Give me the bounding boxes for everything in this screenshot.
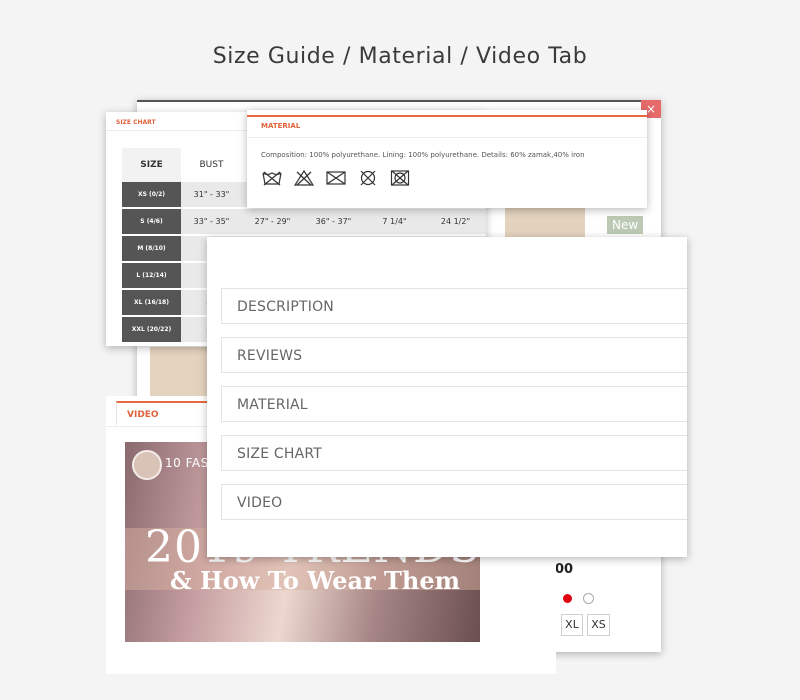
column-header-size: SIZE (122, 148, 181, 182)
video-tab-label: VIDEO (127, 410, 159, 420)
tab-reviews[interactable]: REVIEWS (221, 337, 687, 373)
tab-label: SIZE CHART (237, 446, 323, 462)
material-header: MATERIAL (247, 115, 647, 138)
size-label: L (12/14) (122, 262, 181, 290)
tab-label: REVIEWS (237, 348, 303, 364)
table-cell: 7 1/4" (364, 208, 425, 236)
table-row: S (4/6) 33" - 35" 27" - 29" 36" - 37" 7 … (122, 208, 486, 236)
page-title: Size Guide / Material / Video Tab (212, 44, 588, 69)
table-cell: 36" - 37" (303, 208, 364, 236)
material-composition-text: Composition: 100% polyurethane. Lining: … (261, 151, 585, 159)
do-not-dry-clean-icon (360, 170, 376, 186)
material-title: MATERIAL (261, 122, 301, 130)
tab-video[interactable]: VIDEO (116, 401, 218, 425)
new-badge: New (607, 216, 644, 234)
table-cell: 31" - 33" (181, 182, 242, 209)
channel-avatar[interactable] (132, 450, 162, 480)
care-icons (262, 169, 417, 189)
table-cell: 33" - 35" (181, 208, 242, 236)
tab-video[interactable]: VIDEO (221, 484, 687, 520)
tab-description[interactable]: DESCRIPTION (221, 288, 687, 324)
do-not-tumble-dry-icon (391, 170, 410, 186)
tab-label: DESCRIPTION (237, 299, 334, 315)
table-cell: 24 1/2" (425, 208, 486, 236)
size-label: XXL (20/22) (122, 316, 181, 344)
tab-size-chart[interactable]: SIZE CHART (221, 435, 687, 471)
do-not-wash-icon (262, 171, 282, 186)
size-option-xl[interactable]: XL (561, 614, 583, 636)
product-image-bottom (150, 347, 210, 397)
material-panel: MATERIAL Composition: 100% polyurethane.… (247, 110, 647, 208)
size-label: M (8/10) (122, 235, 181, 263)
size-label: XL (16/18) (122, 289, 181, 317)
color-swatch-white[interactable] (583, 593, 594, 604)
product-image-top (505, 202, 585, 242)
do-not-bleach-icon (293, 169, 315, 186)
column-header-bust: BUST (199, 160, 224, 170)
size-label: XS (0/2) (122, 182, 181, 209)
color-swatch-red[interactable] (563, 594, 572, 603)
tab-label: VIDEO (237, 495, 283, 511)
table-cell: 27" - 29" (242, 208, 303, 236)
video-title-line2: & How To Wear Them (170, 566, 460, 595)
product-tabs-panel: DESCRIPTION REVIEWS MATERIAL SIZE CHART … (207, 237, 687, 557)
size-label: S (4/6) (122, 208, 181, 236)
size-chart-header: SIZE CHART (116, 119, 156, 126)
do-not-iron-icon (326, 171, 346, 185)
tab-label: MATERIAL (237, 397, 308, 413)
size-option-xs[interactable]: XS (587, 614, 610, 636)
tab-material[interactable]: MATERIAL (221, 386, 687, 422)
